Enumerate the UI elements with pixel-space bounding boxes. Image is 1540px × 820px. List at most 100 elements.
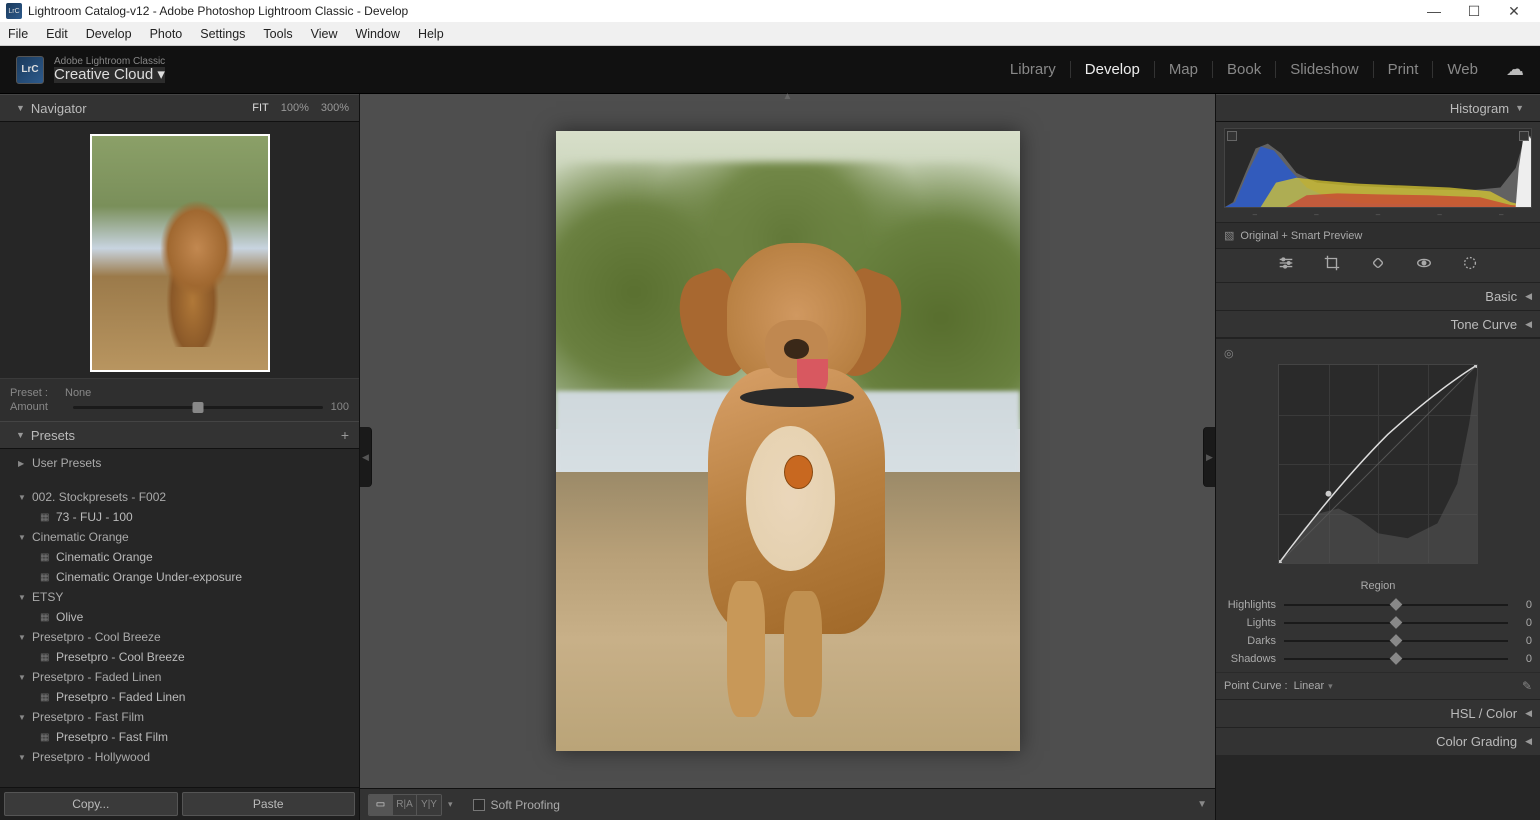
preset-group[interactable]: ▶User Presets bbox=[0, 453, 359, 473]
left-edge-handle[interactable]: ◀ bbox=[360, 427, 372, 487]
tone-slider[interactable] bbox=[1284, 622, 1508, 624]
tone-slider-row: Shadows0 bbox=[1224, 650, 1532, 668]
menu-develop[interactable]: Develop bbox=[86, 27, 132, 41]
soft-proofing-checkbox[interactable] bbox=[473, 799, 485, 811]
preset-group[interactable]: ▼002. Stockpresets - F002 bbox=[0, 487, 359, 507]
collapse-triangle-icon[interactable]: ▼ bbox=[1515, 103, 1524, 113]
navigator-header[interactable]: ▼ Navigator FIT 100% 300% bbox=[0, 94, 359, 122]
point-curve-label: Point Curve : bbox=[1224, 680, 1288, 692]
module-develop[interactable]: Develop bbox=[1071, 61, 1155, 78]
edit-tool-icon[interactable] bbox=[1277, 254, 1295, 277]
highlight-clip-icon[interactable] bbox=[1519, 131, 1529, 141]
histogram-canvas[interactable] bbox=[1224, 128, 1532, 208]
preset-thumb-icon: ▦ bbox=[40, 552, 56, 563]
preset-group[interactable]: ▼Presetpro - Hollywood bbox=[0, 747, 359, 767]
expand-triangle-icon[interactable]: ▼ bbox=[18, 493, 32, 502]
identity-plate[interactable]: Adobe Lightroom Classic Creative Cloud ▾ bbox=[54, 56, 165, 84]
canvas[interactable] bbox=[360, 94, 1215, 788]
before-after-lr-icon[interactable]: R|A bbox=[393, 795, 417, 815]
add-preset-icon[interactable]: + bbox=[341, 427, 349, 443]
collapse-triangle-icon[interactable]: ▶ bbox=[18, 459, 32, 468]
preset-group[interactable]: ▼Presetpro - Fast Film bbox=[0, 707, 359, 727]
tone-slider[interactable] bbox=[1284, 658, 1508, 660]
preset-item-label: Cinematic Orange Under-exposure bbox=[56, 570, 242, 584]
main-photo[interactable] bbox=[556, 131, 1020, 751]
zoom-300[interactable]: 300% bbox=[321, 102, 349, 114]
close-button[interactable]: ✕ bbox=[1494, 3, 1534, 20]
collapse-triangle-icon[interactable]: ◀ bbox=[1525, 319, 1532, 330]
zoom-100[interactable]: 100% bbox=[281, 102, 309, 114]
point-curve-value[interactable]: Linear bbox=[1294, 680, 1325, 692]
navigator-thumbnail[interactable] bbox=[90, 134, 270, 372]
menu-file[interactable]: File bbox=[8, 27, 28, 41]
healing-tool-icon[interactable] bbox=[1369, 254, 1387, 277]
amount-slider[interactable] bbox=[73, 406, 323, 409]
expand-triangle-icon[interactable]: ◀ bbox=[1525, 291, 1532, 302]
expand-triangle-icon[interactable]: ▼ bbox=[18, 753, 32, 762]
cloud-sync-icon[interactable]: ☁ bbox=[1506, 59, 1524, 80]
expand-triangle-icon[interactable]: ▼ bbox=[18, 633, 32, 642]
preset-group[interactable]: ▼Presetpro - Cool Breeze bbox=[0, 627, 359, 647]
presets-header[interactable]: ▼ Presets + bbox=[0, 421, 359, 449]
color-grading-header[interactable]: Color Grading ◀ bbox=[1216, 727, 1540, 755]
before-after-tb-icon[interactable]: Y|Y bbox=[417, 795, 441, 815]
zoom-fit[interactable]: FIT bbox=[252, 102, 269, 114]
preset-group[interactable]: ▼ETSY bbox=[0, 587, 359, 607]
menu-tools[interactable]: Tools bbox=[263, 27, 292, 41]
expand-triangle-icon[interactable]: ◀ bbox=[1525, 708, 1532, 719]
preset-group[interactable]: ▼Presetpro - Faded Linen bbox=[0, 667, 359, 687]
copy-button[interactable]: Copy... bbox=[4, 792, 178, 816]
crop-tool-icon[interactable] bbox=[1323, 254, 1341, 277]
menu-help[interactable]: Help bbox=[418, 27, 444, 41]
view-mode-dropdown-icon[interactable]: ▾ bbox=[448, 799, 453, 810]
minimize-button[interactable]: — bbox=[1414, 3, 1454, 19]
menu-view[interactable]: View bbox=[311, 27, 338, 41]
preset-group[interactable]: ▼Cinematic Orange bbox=[0, 527, 359, 547]
module-library[interactable]: Library bbox=[996, 61, 1071, 78]
soft-proofing-label: Soft Proofing bbox=[491, 798, 560, 812]
menu-settings[interactable]: Settings bbox=[200, 27, 245, 41]
preset-item[interactable]: ▦Presetpro - Cool Breeze bbox=[0, 647, 359, 667]
slider-value: 0 bbox=[1508, 653, 1532, 665]
menu-window[interactable]: Window bbox=[355, 27, 399, 41]
preset-item[interactable]: ▦Presetpro - Fast Film bbox=[0, 727, 359, 747]
expand-triangle-icon[interactable]: ▼ bbox=[18, 673, 32, 682]
tone-curve-header[interactable]: Tone Curve ◀ bbox=[1216, 310, 1540, 338]
expand-triangle-icon[interactable]: ▼ bbox=[18, 533, 32, 542]
hsl-panel-header[interactable]: HSL / Color ◀ bbox=[1216, 699, 1540, 727]
menu-edit[interactable]: Edit bbox=[46, 27, 68, 41]
paste-button[interactable]: Paste bbox=[182, 792, 356, 816]
preset-item[interactable]: ▦Cinematic Orange Under-exposure bbox=[0, 567, 359, 587]
histogram-header[interactable]: Histogram ▼ bbox=[1216, 94, 1540, 122]
basic-panel-header[interactable]: Basic ◀ bbox=[1216, 282, 1540, 310]
masking-tool-icon[interactable] bbox=[1461, 254, 1479, 277]
collapse-triangle-icon[interactable]: ▼ bbox=[16, 430, 25, 440]
expand-triangle-icon[interactable]: ▼ bbox=[18, 713, 32, 722]
preset-item[interactable]: ▦Olive bbox=[0, 607, 359, 627]
shadow-clip-icon[interactable] bbox=[1227, 131, 1237, 141]
menu-photo[interactable]: Photo bbox=[150, 27, 183, 41]
edit-point-curve-icon[interactable]: ✎ bbox=[1522, 679, 1532, 693]
tone-slider[interactable] bbox=[1284, 604, 1508, 606]
expand-triangle-icon[interactable]: ◀ bbox=[1525, 736, 1532, 747]
collapse-triangle-icon[interactable]: ▼ bbox=[16, 103, 25, 113]
module-print[interactable]: Print bbox=[1374, 61, 1434, 78]
module-map[interactable]: Map bbox=[1155, 61, 1213, 78]
redeye-tool-icon[interactable] bbox=[1415, 254, 1433, 277]
module-book[interactable]: Book bbox=[1213, 61, 1276, 78]
preset-item[interactable]: ▦Cinematic Orange bbox=[0, 547, 359, 567]
maximize-button[interactable]: ☐ bbox=[1454, 3, 1494, 20]
module-slideshow[interactable]: Slideshow bbox=[1276, 61, 1373, 78]
preview-label: Original + Smart Preview bbox=[1240, 230, 1362, 242]
preset-item[interactable]: ▦Presetpro - Faded Linen bbox=[0, 687, 359, 707]
loupe-view-icon[interactable]: ▭ bbox=[369, 795, 393, 815]
toolbar-dropdown-icon[interactable]: ▼ bbox=[1197, 799, 1207, 810]
preset-item[interactable]: ▦73 - FUJ - 100 bbox=[0, 507, 359, 527]
tone-slider[interactable] bbox=[1284, 640, 1508, 642]
tone-curve-graph[interactable] bbox=[1278, 364, 1478, 564]
right-edge-handle[interactable]: ▶ bbox=[1203, 427, 1215, 487]
dropdown-icon[interactable]: ▾ bbox=[1328, 681, 1333, 692]
target-adjust-icon[interactable]: ◎ bbox=[1224, 347, 1532, 360]
expand-triangle-icon[interactable]: ▼ bbox=[18, 593, 32, 602]
module-web[interactable]: Web bbox=[1433, 61, 1492, 78]
